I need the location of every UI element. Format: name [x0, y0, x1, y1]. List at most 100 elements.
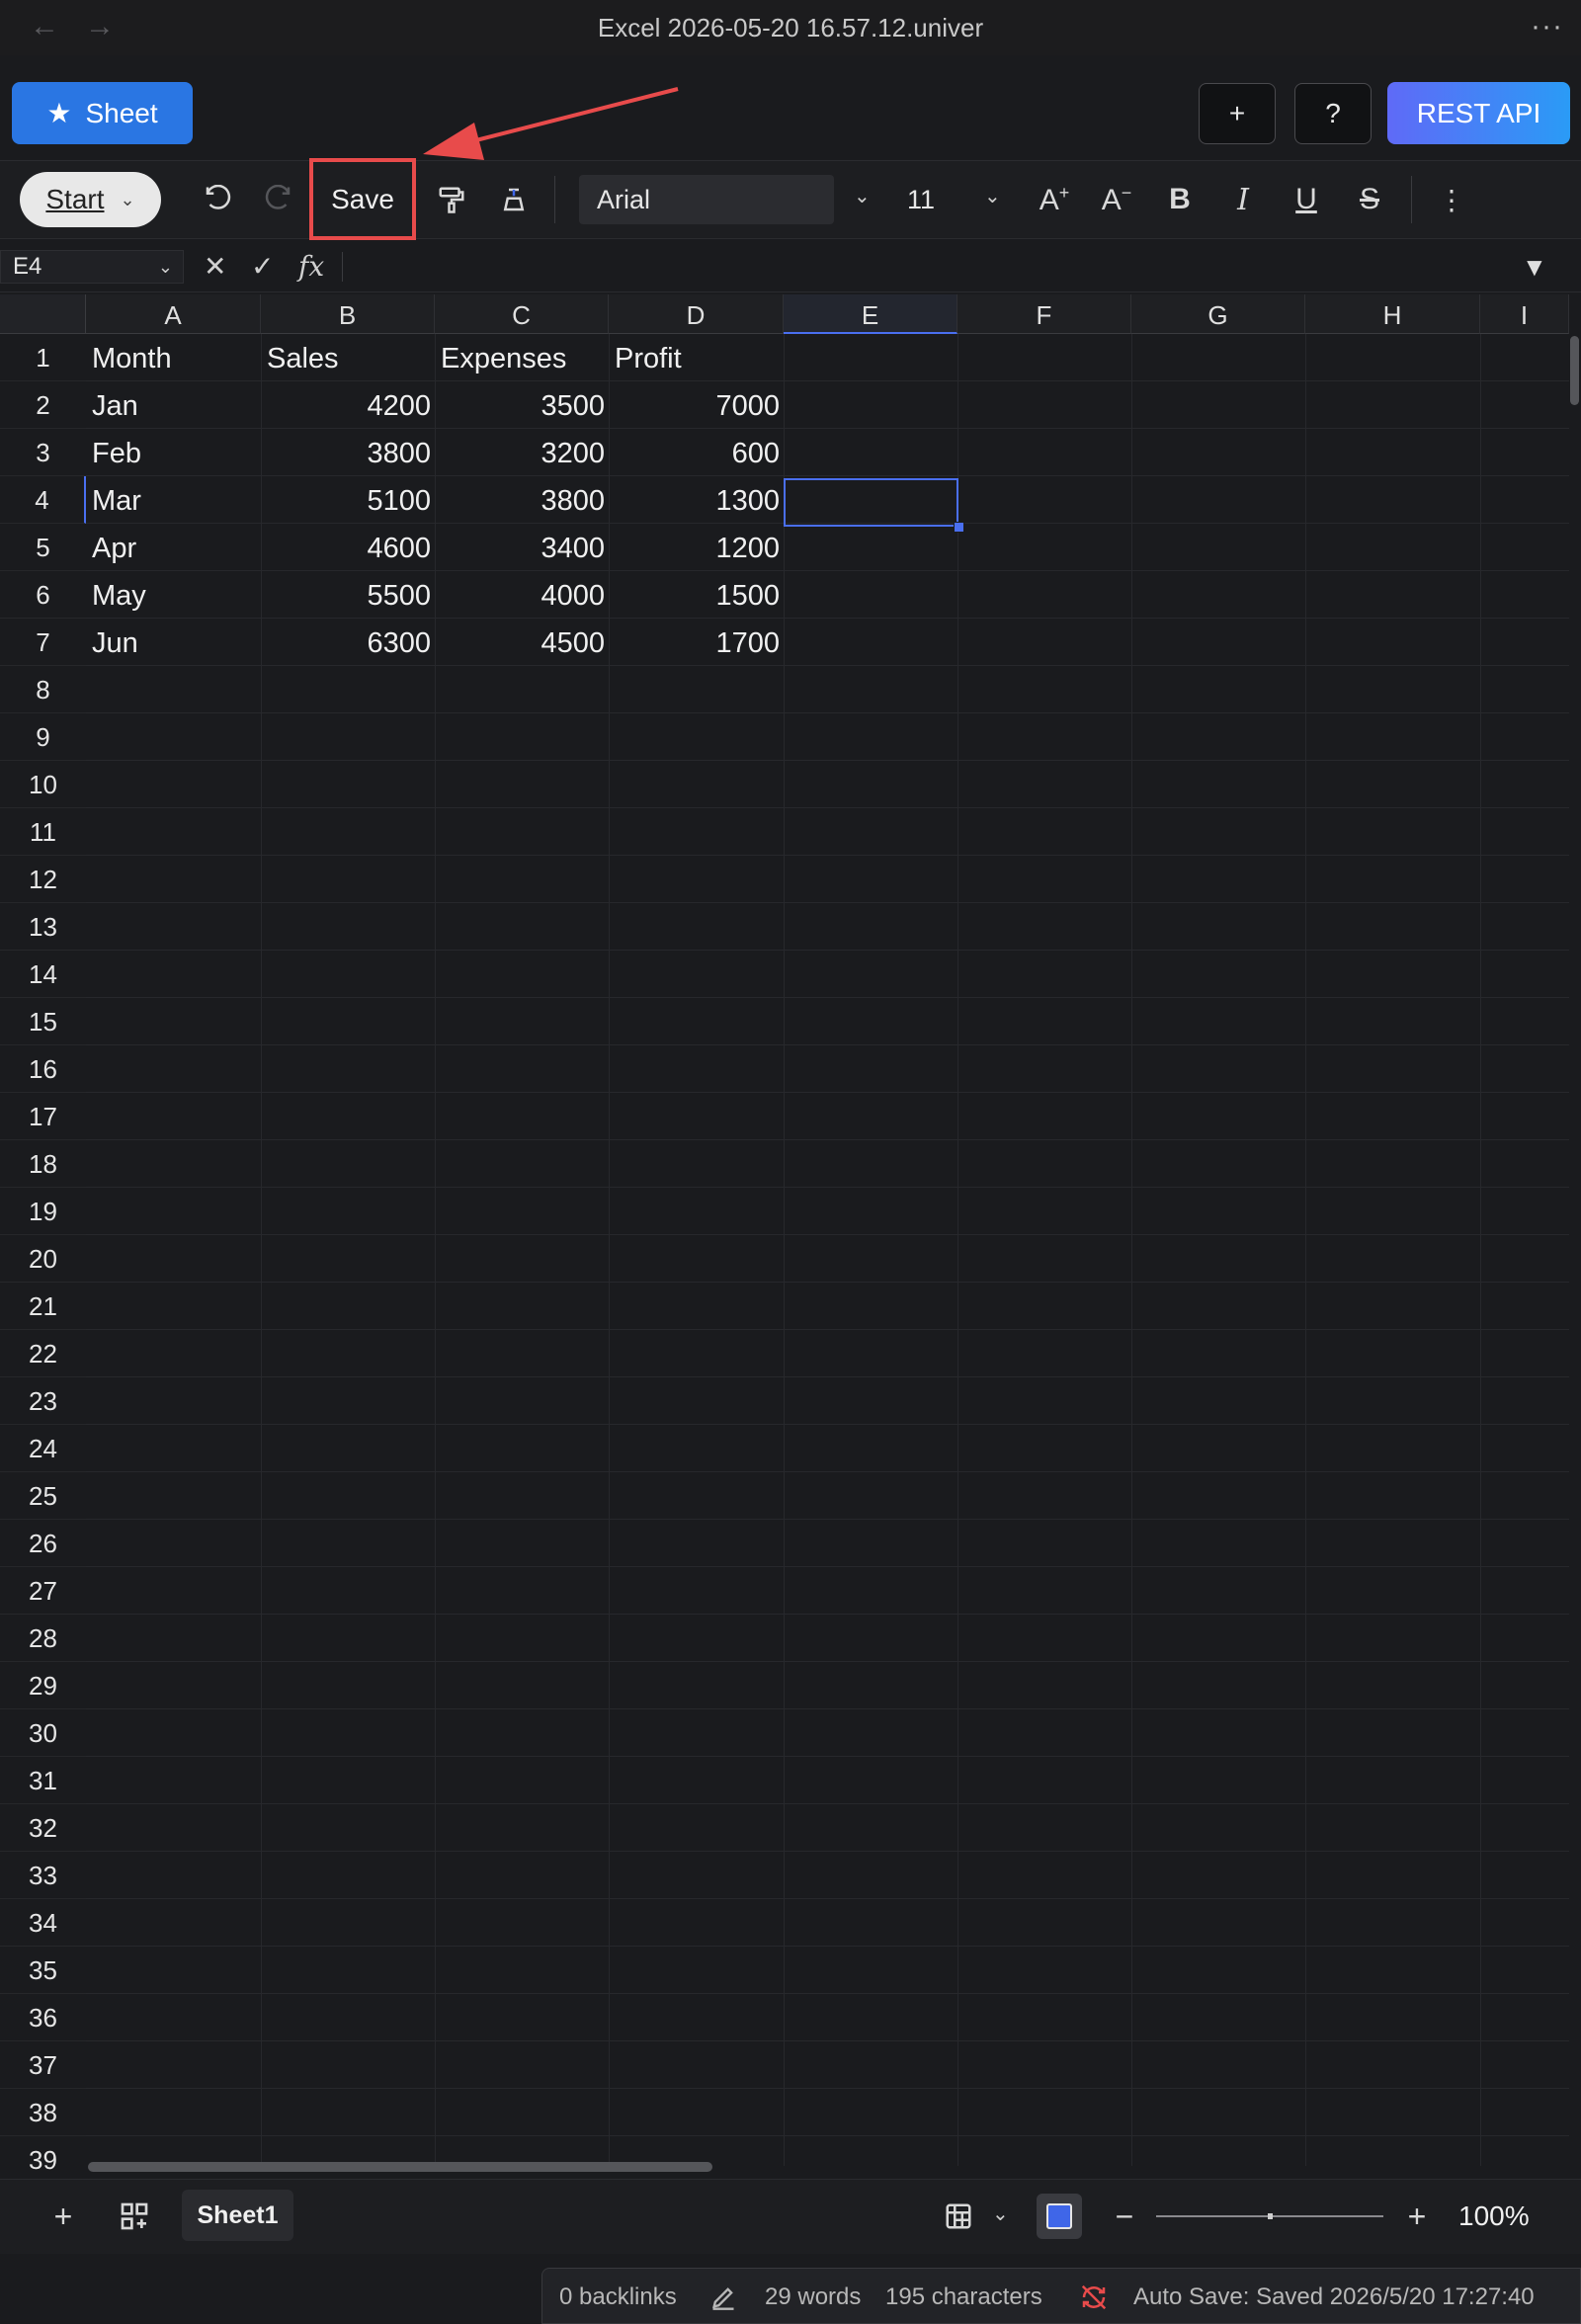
- row-header[interactable]: 36: [0, 1994, 86, 2041]
- row-header[interactable]: 9: [0, 713, 86, 761]
- horizontal-scroll-thumb[interactable]: [88, 2162, 712, 2172]
- formula-input[interactable]: [356, 250, 1502, 286]
- row-header[interactable]: 6: [0, 571, 86, 619]
- vertical-scroll-thumb[interactable]: [1570, 336, 1579, 405]
- row-header[interactable]: 11: [0, 808, 86, 856]
- confirm-icon[interactable]: ✓: [251, 247, 274, 287]
- backlinks-count[interactable]: 0 backlinks: [559, 2278, 677, 2317]
- table-cell[interactable]: 1700: [609, 619, 784, 666]
- table-cell[interactable]: 4000: [435, 571, 609, 619]
- row-header[interactable]: 12: [0, 856, 86, 903]
- row-header[interactable]: 28: [0, 1615, 86, 1662]
- row-header[interactable]: 10: [0, 761, 86, 808]
- table-cell[interactable]: 1200: [609, 524, 784, 571]
- add-sheet-icon[interactable]: +: [43, 2194, 83, 2239]
- row-header[interactable]: 26: [0, 1520, 86, 1567]
- column-header-i[interactable]: I: [1480, 294, 1569, 334]
- table-cell[interactable]: 3800: [435, 476, 609, 524]
- table-cell[interactable]: 3800: [261, 429, 435, 476]
- zoom-out-icon[interactable]: −: [1105, 2194, 1144, 2239]
- freeze-panes-icon[interactable]: [939, 2194, 978, 2239]
- row-header[interactable]: 5: [0, 524, 86, 571]
- row-header[interactable]: 24: [0, 1425, 86, 1472]
- table-cell[interactable]: 1300: [609, 476, 784, 524]
- column-header-a[interactable]: A: [86, 294, 261, 334]
- vertical-scrollbar[interactable]: [1569, 334, 1581, 2166]
- zoom-slider-thumb[interactable]: [1268, 2213, 1273, 2219]
- row-header[interactable]: 16: [0, 1045, 86, 1093]
- row-header[interactable]: 20: [0, 1235, 86, 1283]
- header-cell[interactable]: Profit: [609, 334, 784, 381]
- select-all-corner[interactable]: [0, 294, 86, 334]
- sheet-list-icon[interactable]: [113, 2194, 156, 2239]
- row-header[interactable]: 27: [0, 1567, 86, 1615]
- table-cell[interactable]: 7000: [609, 381, 784, 429]
- row-header[interactable]: 32: [0, 1804, 86, 1852]
- grid-line: [86, 1329, 1569, 1330]
- table-cell[interactable]: 4500: [435, 619, 609, 666]
- grid-line: [86, 1614, 1569, 1615]
- table-cell[interactable]: 3400: [435, 524, 609, 571]
- table-cell[interactable]: 6300: [261, 619, 435, 666]
- row-header[interactable]: 25: [0, 1472, 86, 1520]
- row-header[interactable]: 31: [0, 1757, 86, 1804]
- expand-formula-icon[interactable]: ▼: [1522, 252, 1547, 283]
- row-header[interactable]: 13: [0, 903, 86, 951]
- header-cell[interactable]: Sales: [261, 334, 435, 381]
- table-cell[interactable]: 600: [609, 429, 784, 476]
- zoom-in-icon[interactable]: +: [1397, 2194, 1437, 2239]
- row-header[interactable]: 4: [0, 476, 86, 524]
- row-header[interactable]: 34: [0, 1899, 86, 1947]
- row-header[interactable]: 2: [0, 381, 86, 429]
- table-cell[interactable]: Jan: [86, 381, 261, 429]
- row-header[interactable]: 37: [0, 2041, 86, 2089]
- column-header-b[interactable]: B: [261, 294, 435, 334]
- cell-reference-box[interactable]: E4 ⌄: [0, 250, 184, 284]
- row-header[interactable]: 23: [0, 1377, 86, 1425]
- table-cell[interactable]: 3500: [435, 381, 609, 429]
- column-header-g[interactable]: G: [1131, 294, 1305, 334]
- column-header-f[interactable]: F: [957, 294, 1131, 334]
- row-header[interactable]: 30: [0, 1709, 86, 1757]
- row-header[interactable]: 29: [0, 1662, 86, 1709]
- row-header[interactable]: 3: [0, 429, 86, 476]
- table-cell[interactable]: 4600: [261, 524, 435, 571]
- table-cell[interactable]: 5500: [261, 571, 435, 619]
- row-header[interactable]: 17: [0, 1093, 86, 1140]
- column-header-c[interactable]: C: [435, 294, 609, 334]
- chevron-down-icon[interactable]: ⌄: [992, 2201, 1009, 2226]
- header-cell[interactable]: Month: [86, 334, 261, 381]
- row-header[interactable]: 19: [0, 1188, 86, 1235]
- row-header[interactable]: 7: [0, 619, 86, 666]
- table-cell[interactable]: Feb: [86, 429, 261, 476]
- row-header[interactable]: 15: [0, 998, 86, 1045]
- row-header[interactable]: 14: [0, 951, 86, 998]
- row-header[interactable]: 35: [0, 1947, 86, 1994]
- column-header-e[interactable]: E: [784, 294, 957, 334]
- row-header[interactable]: 21: [0, 1283, 86, 1330]
- row-header[interactable]: 33: [0, 1852, 86, 1899]
- table-cell[interactable]: 5100: [261, 476, 435, 524]
- table-cell[interactable]: Mar: [86, 476, 261, 524]
- header-cell[interactable]: Expenses: [435, 334, 609, 381]
- column-header-d[interactable]: D: [609, 294, 784, 334]
- fill-handle[interactable]: [954, 522, 964, 533]
- grid-mode-button[interactable]: [1037, 2194, 1082, 2239]
- row-header[interactable]: 1: [0, 334, 86, 381]
- row-header[interactable]: 8: [0, 666, 86, 713]
- row-header[interactable]: 18: [0, 1140, 86, 1188]
- table-cell[interactable]: Apr: [86, 524, 261, 571]
- zoom-level[interactable]: 100%: [1458, 2194, 1530, 2239]
- row-header[interactable]: 38: [0, 2089, 86, 2136]
- column-header-h[interactable]: H: [1305, 294, 1480, 334]
- table-cell[interactable]: Jun: [86, 619, 261, 666]
- table-cell[interactable]: 3200: [435, 429, 609, 476]
- sheet-tab-sheet1[interactable]: Sheet1: [182, 2190, 293, 2241]
- cancel-icon[interactable]: ✕: [204, 247, 226, 287]
- table-cell[interactable]: 4200: [261, 381, 435, 429]
- row-header[interactable]: 22: [0, 1330, 86, 1377]
- grid-line: [86, 1187, 1569, 1188]
- row-header[interactable]: 39: [0, 2136, 86, 2184]
- table-cell[interactable]: May: [86, 571, 261, 619]
- table-cell[interactable]: 1500: [609, 571, 784, 619]
